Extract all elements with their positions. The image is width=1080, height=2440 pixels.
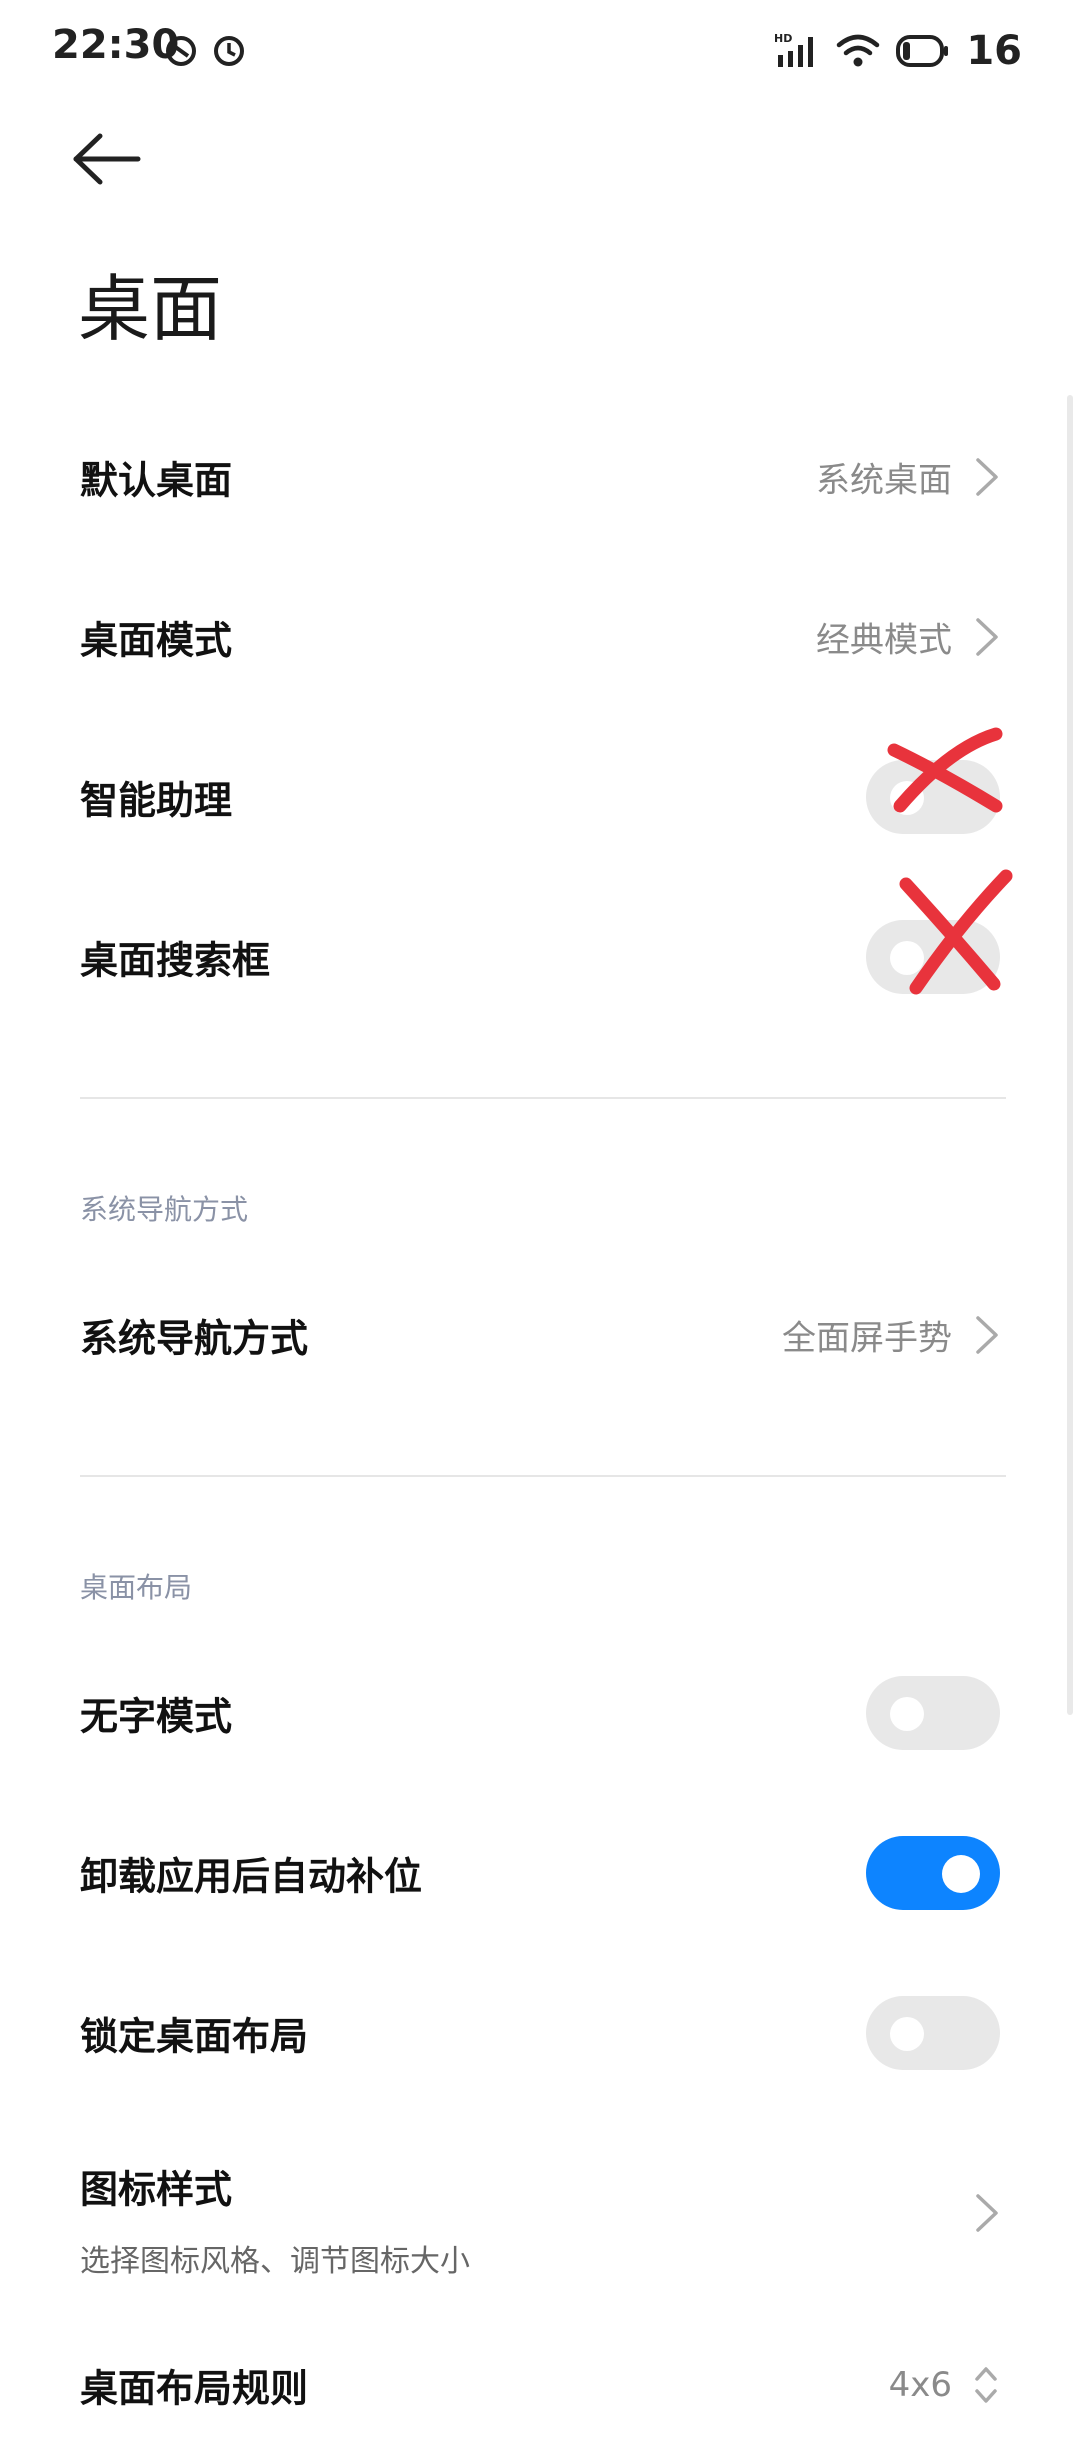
- chevron-right-icon: [976, 458, 998, 496]
- alarm-clock-icon: [214, 36, 244, 66]
- toggle-knob: [942, 1855, 980, 1893]
- status-right-icons: HD 16: [774, 28, 1022, 74]
- row-label: 图标样式: [80, 2167, 233, 2212]
- smart-assistant-toggle[interactable]: [866, 760, 1000, 834]
- auto-fill-after-uninstall-row: 卸载应用后自动补位: [80, 1818, 1000, 1928]
- row-label: 桌面模式: [80, 618, 233, 663]
- icon-style-row[interactable]: 图标样式 选择图标风格、调节图标大小: [80, 2150, 1000, 2279]
- do-not-disturb-icon: [166, 36, 196, 66]
- svg-text:HD: HD: [774, 32, 792, 45]
- toggle-knob: [890, 941, 924, 975]
- toggle-knob: [890, 2017, 924, 2051]
- layout-grid-row[interactable]: 桌面布局规则 4x6: [80, 2330, 1000, 2440]
- battery-level: 16: [966, 28, 1022, 74]
- smart-assistant-row: 智能助理: [80, 742, 1000, 852]
- lock-layout-row: 锁定桌面布局: [80, 1978, 1000, 2088]
- back-button[interactable]: [70, 130, 144, 188]
- launcher-search-bar-row: 桌面搜索框: [80, 902, 1000, 1012]
- page-title: 桌面: [78, 267, 223, 351]
- row-label: 无字模式: [80, 1694, 233, 1739]
- row-value: 4x6: [888, 2365, 952, 2405]
- default-launcher-row[interactable]: 默认桌面 系统桌面: [80, 422, 1000, 532]
- section-header-navigation: 系统导航方式: [80, 1193, 249, 1226]
- row-label: 桌面搜索框: [80, 938, 271, 983]
- no-label-mode-row: 无字模式: [80, 1658, 1000, 1768]
- row-label: 桌面布局规则: [80, 2366, 309, 2411]
- row-label: 智能助理: [80, 778, 233, 823]
- section-divider: [80, 1097, 1006, 1099]
- battery-icon: [896, 35, 949, 67]
- row-label: 默认桌面: [80, 458, 233, 503]
- hd-signal-icon: HD: [774, 32, 814, 67]
- auto-fill-after-uninstall-toggle[interactable]: [866, 1836, 1000, 1910]
- toggle-knob: [890, 1697, 924, 1731]
- status-left-icons: [164, 34, 246, 68]
- chevron-right-icon: [976, 618, 998, 656]
- row-label: 卸载应用后自动补位: [80, 1854, 423, 1899]
- row-value: 全面屏手势: [782, 1318, 952, 1359]
- no-label-mode-toggle[interactable]: [866, 1676, 1000, 1750]
- launcher-mode-row[interactable]: 桌面模式 经典模式: [80, 582, 1000, 692]
- status-bar: 22:30 HD 16: [0, 0, 1080, 104]
- row-value: 经典模式: [816, 620, 952, 661]
- system-navigation-row[interactable]: 系统导航方式 全面屏手势: [80, 1280, 1000, 1390]
- scrollbar[interactable]: [1067, 395, 1073, 1715]
- status-time: 22:30: [52, 22, 180, 68]
- wifi-icon: [837, 34, 880, 67]
- chevron-right-icon: [976, 1316, 998, 1354]
- up-down-arrows-icon: [975, 2367, 997, 2403]
- row-value: 系统桌面: [816, 460, 952, 501]
- toggle-knob: [890, 781, 924, 815]
- chevron-right-icon: [976, 2194, 998, 2232]
- section-divider: [80, 1475, 1006, 1477]
- row-label: 锁定桌面布局: [80, 2014, 309, 2059]
- back-arrow-icon: [73, 133, 141, 185]
- row-label: 系统导航方式: [80, 1316, 309, 1361]
- row-subtitle: 选择图标风格、调节图标大小: [80, 2244, 470, 2279]
- launcher-search-bar-toggle[interactable]: [866, 920, 1000, 994]
- lock-layout-toggle[interactable]: [866, 1996, 1000, 2070]
- section-header-layout: 桌面布局: [80, 1571, 193, 1604]
